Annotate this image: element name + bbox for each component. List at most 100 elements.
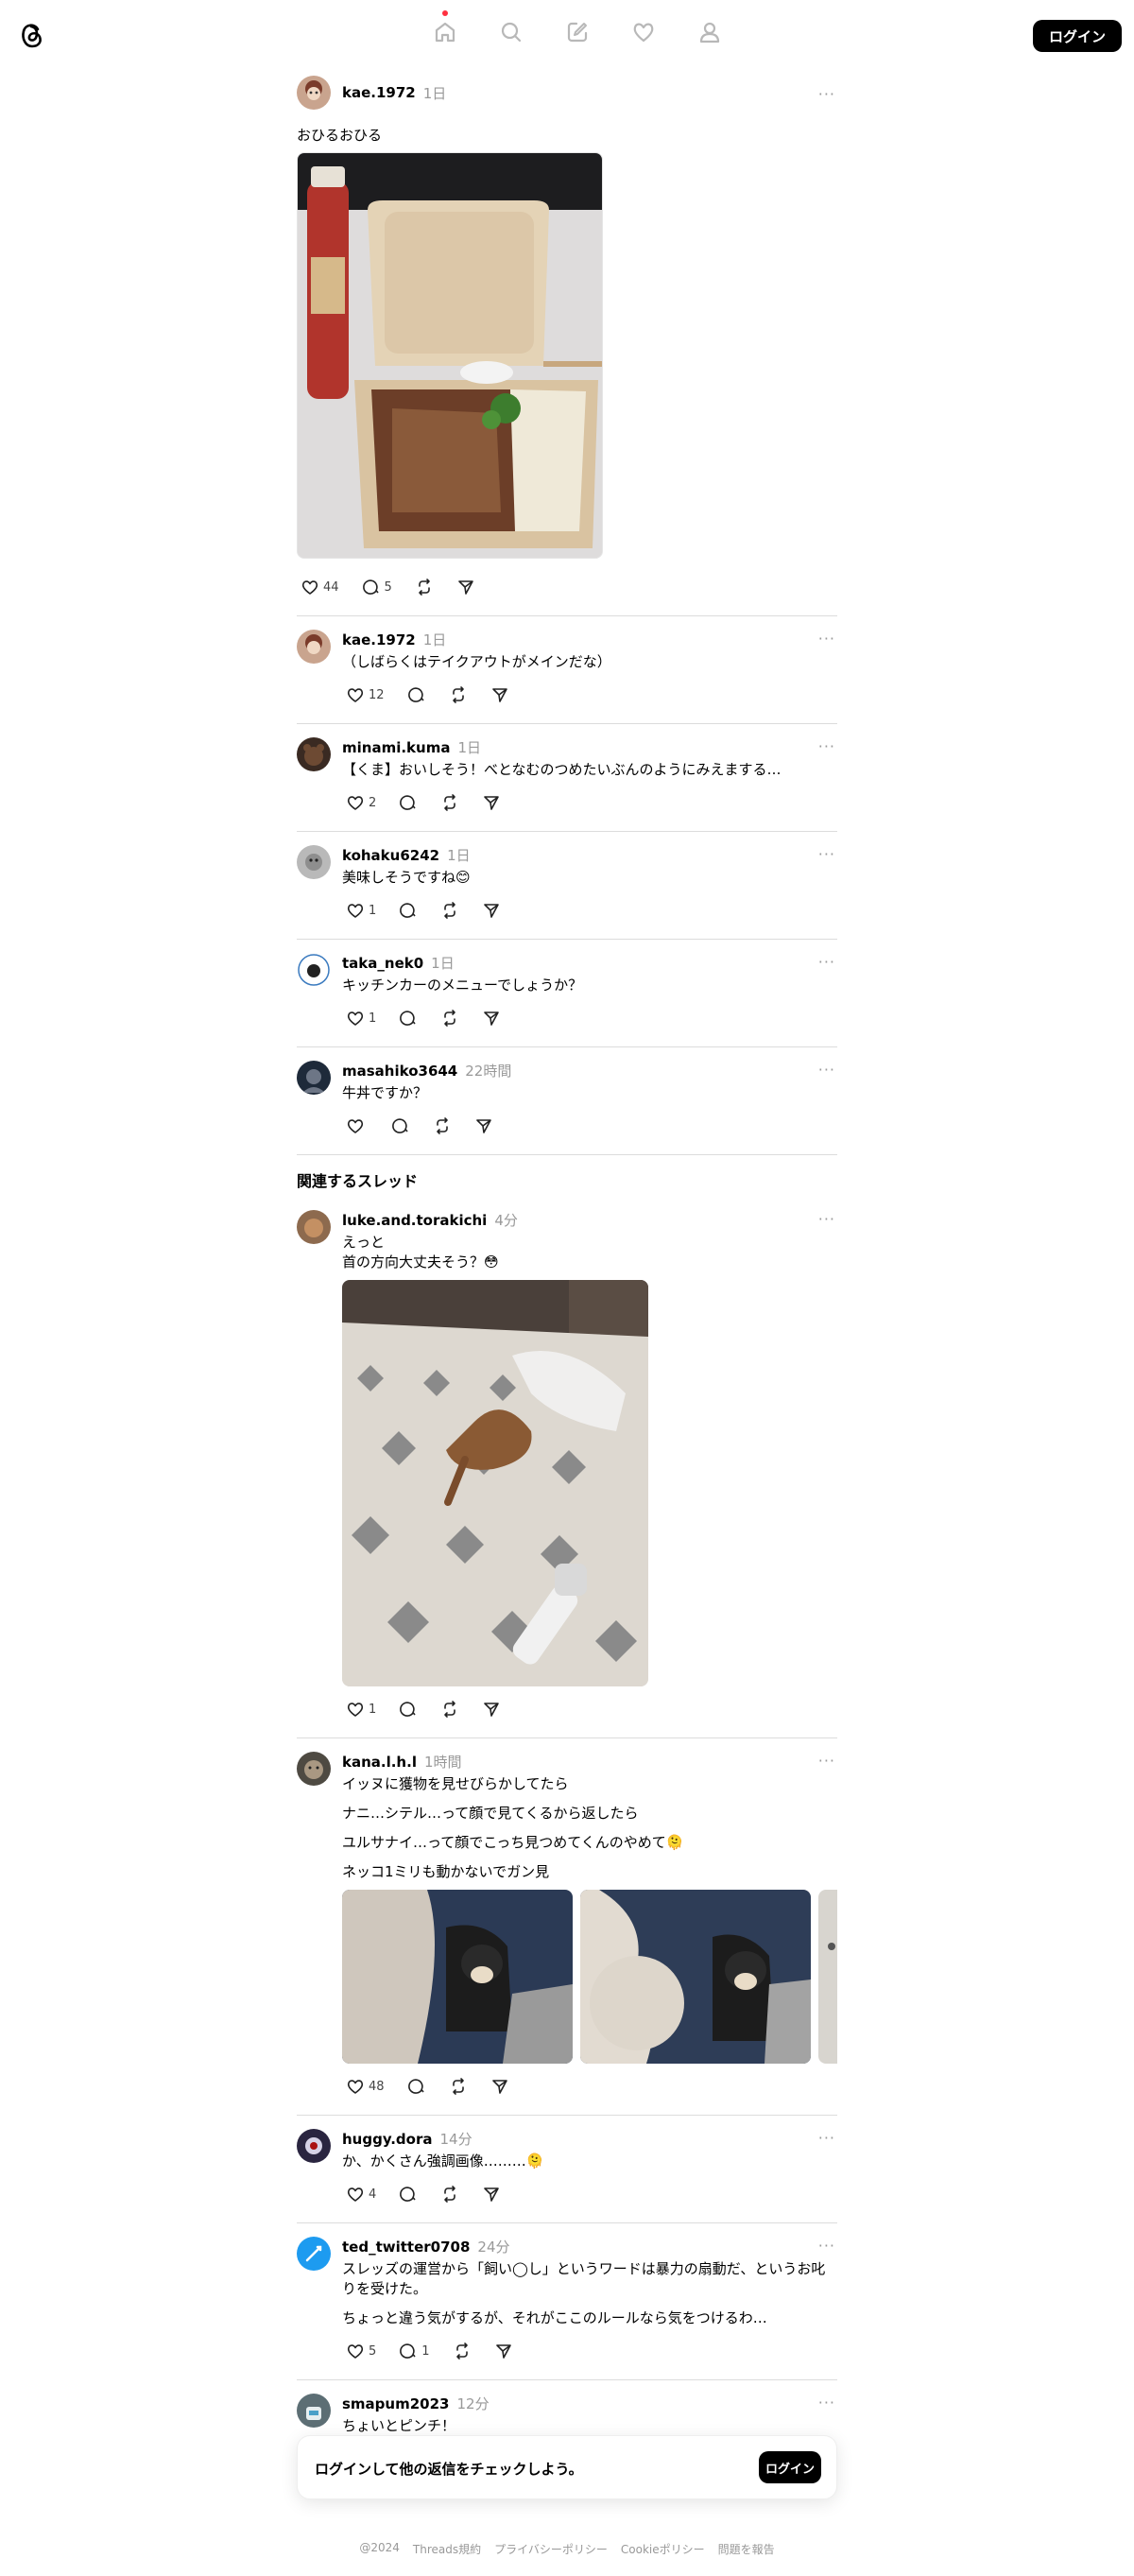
nav-activity[interactable] bbox=[610, 0, 677, 68]
share-button[interactable] bbox=[471, 1116, 493, 1135]
avatar[interactable] bbox=[297, 1061, 331, 1095]
username[interactable]: kana.l.h.l bbox=[342, 1754, 417, 1771]
more-options-icon[interactable]: ··· bbox=[818, 2237, 835, 2255]
repost-button[interactable] bbox=[437, 1700, 459, 1719]
avatar[interactable] bbox=[297, 845, 331, 879]
nav-home[interactable] bbox=[412, 0, 478, 68]
share-button[interactable] bbox=[487, 685, 509, 704]
like-button[interactable]: 1 bbox=[342, 901, 376, 920]
share-button[interactable] bbox=[478, 793, 501, 812]
reply-button[interactable] bbox=[395, 793, 418, 812]
timestamp[interactable]: 4分 bbox=[494, 1210, 518, 1230]
repost-button[interactable] bbox=[445, 685, 468, 704]
username[interactable]: minami.kuma bbox=[342, 739, 450, 756]
username[interactable]: kae.1972 bbox=[342, 84, 416, 101]
timestamp[interactable]: 12分 bbox=[456, 2394, 489, 2413]
nav-profile[interactable] bbox=[677, 0, 743, 68]
reply-button[interactable] bbox=[404, 685, 426, 704]
more-options-icon[interactable]: ··· bbox=[818, 630, 835, 648]
more-options-icon[interactable]: ··· bbox=[818, 85, 835, 103]
more-options-icon[interactable]: ··· bbox=[818, 2394, 835, 2412]
username[interactable]: ted_twitter0708 bbox=[342, 2239, 470, 2256]
carousel-image[interactable] bbox=[818, 1890, 837, 2064]
avatar[interactable] bbox=[297, 953, 331, 987]
avatar[interactable] bbox=[297, 1210, 331, 1244]
like-button[interactable]: 4 bbox=[342, 2185, 376, 2204]
carousel-image[interactable] bbox=[342, 1890, 573, 2064]
timestamp[interactable]: 1時間 bbox=[424, 1752, 462, 1772]
footer-link-report[interactable]: 問題を報告 bbox=[718, 2541, 775, 2557]
reply-button[interactable]: 5 bbox=[358, 578, 392, 596]
share-button[interactable] bbox=[478, 2185, 501, 2204]
footer-link-privacy[interactable]: プライバシーポリシー bbox=[494, 2541, 608, 2557]
like-button[interactable]: 44 bbox=[297, 578, 339, 596]
share-button[interactable] bbox=[478, 1009, 501, 1028]
like-button[interactable]: 5 bbox=[342, 2342, 376, 2360]
avatar[interactable] bbox=[297, 2237, 331, 2271]
repost-button[interactable] bbox=[437, 2185, 459, 2204]
repost-button[interactable] bbox=[411, 578, 434, 596]
username[interactable]: huggy.dora bbox=[342, 2131, 433, 2148]
share-button[interactable] bbox=[478, 901, 501, 920]
timestamp[interactable]: 14分 bbox=[440, 2129, 472, 2149]
more-options-icon[interactable]: ··· bbox=[818, 1752, 835, 1770]
repost-button[interactable] bbox=[437, 793, 459, 812]
like-button[interactable]: 48 bbox=[342, 2077, 385, 2096]
reply-button[interactable] bbox=[395, 1700, 418, 1719]
timestamp[interactable]: 24分 bbox=[477, 2237, 509, 2256]
username[interactable]: luke.and.torakichi bbox=[342, 1212, 487, 1229]
reply-button[interactable] bbox=[387, 1116, 410, 1135]
nav-search[interactable] bbox=[478, 0, 544, 68]
timestamp[interactable]: 1日 bbox=[423, 630, 447, 649]
more-options-icon[interactable]: ··· bbox=[818, 953, 835, 971]
more-options-icon[interactable]: ··· bbox=[818, 1061, 835, 1079]
avatar[interactable] bbox=[297, 2129, 331, 2163]
share-button[interactable] bbox=[453, 578, 475, 596]
timestamp[interactable]: 1日 bbox=[423, 83, 447, 103]
more-options-icon[interactable]: ··· bbox=[818, 737, 835, 755]
avatar[interactable] bbox=[297, 1752, 331, 1786]
username[interactable]: kohaku6242 bbox=[342, 847, 439, 864]
username[interactable]: taka_nek0 bbox=[342, 955, 423, 972]
reply-button[interactable] bbox=[404, 2077, 426, 2096]
post-image[interactable] bbox=[297, 152, 603, 559]
repost-button[interactable] bbox=[429, 1116, 452, 1135]
footer-link-cookies[interactable]: Cookieポリシー bbox=[621, 2541, 705, 2557]
more-options-icon[interactable]: ··· bbox=[818, 845, 835, 863]
username[interactable]: smapum2023 bbox=[342, 2395, 449, 2412]
nav-compose[interactable] bbox=[544, 0, 610, 68]
share-button[interactable] bbox=[478, 1700, 501, 1719]
avatar[interactable] bbox=[297, 630, 331, 664]
share-button[interactable] bbox=[487, 2077, 509, 2096]
like-button[interactable]: 2 bbox=[342, 793, 376, 812]
timestamp[interactable]: 1日 bbox=[457, 737, 481, 757]
avatar[interactable] bbox=[297, 2394, 331, 2428]
reply-button[interactable]: 1 bbox=[395, 2342, 430, 2360]
image-carousel[interactable] bbox=[342, 1890, 837, 2064]
reply-button[interactable] bbox=[395, 1009, 418, 1028]
like-button[interactable]: 12 bbox=[342, 685, 385, 704]
threads-logo-icon[interactable] bbox=[17, 19, 45, 51]
repost-button[interactable] bbox=[445, 2077, 468, 2096]
like-button[interactable] bbox=[342, 1116, 369, 1135]
post-image[interactable] bbox=[342, 1280, 648, 1686]
timestamp[interactable]: 1日 bbox=[431, 953, 455, 973]
repost-button[interactable] bbox=[449, 2342, 472, 2360]
more-options-icon[interactable]: ··· bbox=[818, 1210, 835, 1228]
avatar[interactable] bbox=[297, 76, 331, 110]
share-button[interactable] bbox=[490, 2342, 513, 2360]
username[interactable]: masahiko3644 bbox=[342, 1063, 457, 1080]
reply-button[interactable] bbox=[395, 2185, 418, 2204]
like-button[interactable]: 1 bbox=[342, 1009, 376, 1028]
login-prompt-button[interactable]: ログイン bbox=[759, 2451, 821, 2483]
footer-link-terms[interactable]: Threads規約 bbox=[413, 2541, 481, 2557]
username[interactable]: kae.1972 bbox=[342, 631, 416, 648]
avatar[interactable] bbox=[297, 737, 331, 771]
like-button[interactable]: 1 bbox=[342, 1700, 376, 1719]
timestamp[interactable]: 22時間 bbox=[465, 1061, 511, 1081]
timestamp[interactable]: 1日 bbox=[447, 845, 471, 865]
login-button[interactable]: ログイン bbox=[1033, 20, 1122, 52]
repost-button[interactable] bbox=[437, 1009, 459, 1028]
carousel-image[interactable] bbox=[580, 1890, 811, 2064]
repost-button[interactable] bbox=[437, 901, 459, 920]
